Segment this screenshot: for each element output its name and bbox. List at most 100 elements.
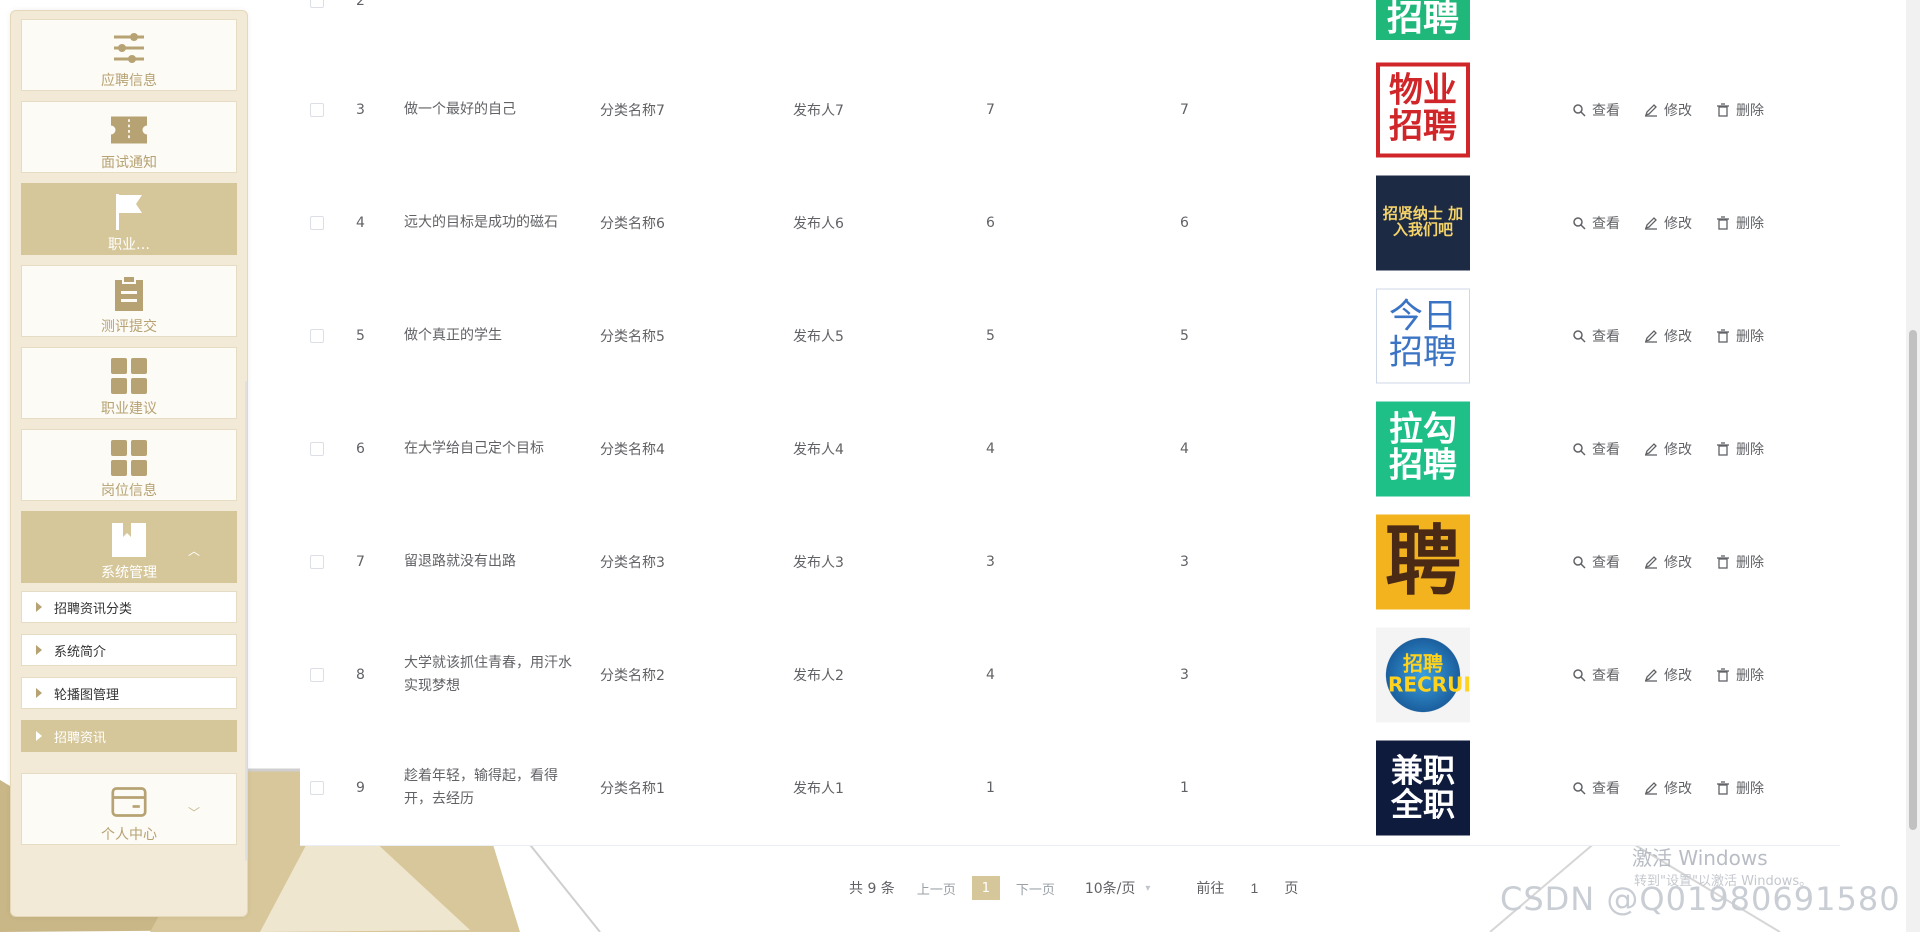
table-row: 7 留退路就没有出路 分类名称3 发布人3 3 3 聘 查看 修改 删除 <box>300 505 1840 619</box>
sidebar-item-label: 测评提交 <box>101 319 157 335</box>
cell-title: 大学就该抓住青春，用汗水实现梦想 <box>404 654 572 694</box>
row-checkbox[interactable] <box>310 215 324 230</box>
sidebar-item-system-management[interactable]: 系统管理 ︿ <box>21 511 237 583</box>
caret-right-icon <box>36 602 42 612</box>
grid-icon <box>111 358 147 394</box>
page-size-value: 10条/页 <box>1084 881 1136 897</box>
edit-button[interactable]: 修改 <box>1644 100 1692 120</box>
edit-label: 修改 <box>1664 441 1692 458</box>
trash-icon <box>1717 215 1729 230</box>
edit-button[interactable]: 修改 <box>1644 326 1692 346</box>
submenu-item-recruit-category[interactable]: 招聘资讯分类 <box>21 591 237 623</box>
delete-label: 删除 <box>1736 781 1764 797</box>
view-label: 查看 <box>1592 781 1620 797</box>
view-button[interactable]: 查看 <box>1572 439 1620 459</box>
thumbnail-image: 招聘 <box>1376 0 1470 40</box>
cell-publisher: 发布人2 <box>793 667 844 684</box>
edit-icon <box>1644 103 1657 117</box>
sidebar-item-interview-notice[interactable]: 面试通知 <box>21 101 237 173</box>
edit-label: 修改 <box>1664 328 1692 345</box>
view-button[interactable]: 查看 <box>1572 213 1620 233</box>
page-number-button[interactable]: 1 <box>971 876 1000 900</box>
trash-icon <box>1717 554 1729 569</box>
view-label: 查看 <box>1592 215 1620 232</box>
sidebar-item-career-advice[interactable]: 职业建议 <box>21 347 237 419</box>
chevron-down-icon: ﹀ <box>187 806 200 820</box>
view-button[interactable]: 查看 <box>1572 100 1620 120</box>
delete-button[interactable]: 删除 <box>1716 439 1764 459</box>
submenu-item-system-intro[interactable]: 系统简介 <box>21 634 237 666</box>
submenu-item-recruit-news[interactable]: 招聘资讯 <box>21 720 237 752</box>
sidebar-item-job-application[interactable]: 应聘信息 <box>21 19 237 91</box>
search-icon <box>1573 782 1586 795</box>
view-label: 查看 <box>1592 102 1620 119</box>
prev-page-button[interactable]: 上一页 <box>917 879 956 898</box>
sidebar-item-assessment-submit[interactable]: 测评提交 <box>21 265 237 337</box>
sidebar-item-label: 岗位信息 <box>101 483 157 499</box>
sidebar-item-career[interactable]: 职业… <box>21 183 237 255</box>
delete-label: 删除 <box>1736 215 1764 232</box>
window-scrollbar-thumb[interactable] <box>1909 330 1917 830</box>
submenu-item-carousel[interactable]: 轮播图管理 <box>21 677 237 709</box>
submenu-item-label: 系统简介 <box>54 644 107 660</box>
delete-button[interactable]: 删除 <box>1716 213 1764 233</box>
goto-page-input[interactable] <box>1232 876 1277 900</box>
row-checkbox[interactable] <box>310 441 324 456</box>
delete-button[interactable]: 删除 <box>1716 326 1764 346</box>
cell-count-2: 5 <box>1180 327 1189 344</box>
cell-count-1: 7 <box>986 101 995 118</box>
page-size-select[interactable]: 10条/页 ▾ <box>1085 878 1151 898</box>
grid-icon <box>111 440 147 476</box>
sidebar-scrollbar[interactable] <box>245 381 247 861</box>
edit-button[interactable]: 修改 <box>1644 439 1692 459</box>
sidebar-item-personal-center[interactable]: 个人中心 ﹀ <box>21 773 237 845</box>
sidebar-item-label: 职业… <box>108 237 150 253</box>
row-checkbox[interactable] <box>310 328 324 343</box>
row-checkbox[interactable] <box>310 102 324 117</box>
view-label: 查看 <box>1592 441 1620 458</box>
row-actions: 查看 修改 删除 <box>1572 552 1764 572</box>
table-row: 2 招聘 <box>300 0 1840 54</box>
cell-category: 分类名称7 <box>600 102 665 119</box>
sidebar-item-label: 面试通知 <box>101 155 157 171</box>
cell-category: 分类名称1 <box>600 781 665 797</box>
row-checkbox[interactable] <box>310 554 324 569</box>
thumbnail-image: 物业招聘 <box>1376 62 1470 157</box>
cell-index: 3 <box>356 101 365 118</box>
goto-page: 前往 页 <box>1196 876 1298 900</box>
cell-count-1: 4 <box>986 666 995 683</box>
row-actions: 查看 修改 删除 <box>1572 100 1764 120</box>
cell-count-2: 7 <box>1180 101 1189 118</box>
next-page-button[interactable]: 下一页 <box>1016 879 1055 898</box>
delete-button[interactable]: 删除 <box>1716 552 1764 572</box>
window-scrollbar[interactable] <box>1906 0 1920 932</box>
edit-button[interactable]: 修改 <box>1644 778 1692 798</box>
view-button[interactable]: 查看 <box>1572 665 1620 685</box>
row-actions: 查看 修改 删除 <box>1572 665 1764 685</box>
delete-button[interactable]: 删除 <box>1716 778 1764 798</box>
row-checkbox[interactable] <box>310 667 324 682</box>
edit-button[interactable]: 修改 <box>1644 665 1692 685</box>
sidebar-item-label: 职业建议 <box>101 401 157 417</box>
delete-button[interactable]: 删除 <box>1716 665 1764 685</box>
sidebar-item-job-info[interactable]: 岗位信息 <box>21 429 237 501</box>
goto-suffix: 页 <box>1284 881 1299 897</box>
thumbnail-image: 拉勾招聘 <box>1376 401 1470 496</box>
row-checkbox[interactable] <box>310 781 324 795</box>
cell-count-1: 3 <box>986 553 995 570</box>
edit-button[interactable]: 修改 <box>1644 213 1692 233</box>
edit-button[interactable]: 修改 <box>1644 552 1692 572</box>
caret-right-icon <box>36 645 42 655</box>
row-checkbox[interactable] <box>310 0 324 8</box>
trash-icon <box>1717 102 1729 117</box>
submenu-item-label: 招聘资讯 <box>54 730 107 746</box>
view-button[interactable]: 查看 <box>1572 778 1620 798</box>
cell-publisher: 发布人4 <box>793 441 844 458</box>
view-button[interactable]: 查看 <box>1572 326 1620 346</box>
book-icon <box>111 522 147 558</box>
view-button[interactable]: 查看 <box>1572 552 1620 572</box>
search-icon <box>1573 668 1586 682</box>
thumbnail-text: 兼职全职 <box>1390 751 1455 823</box>
delete-button[interactable]: 删除 <box>1716 100 1764 120</box>
cell-index: 7 <box>356 553 365 570</box>
